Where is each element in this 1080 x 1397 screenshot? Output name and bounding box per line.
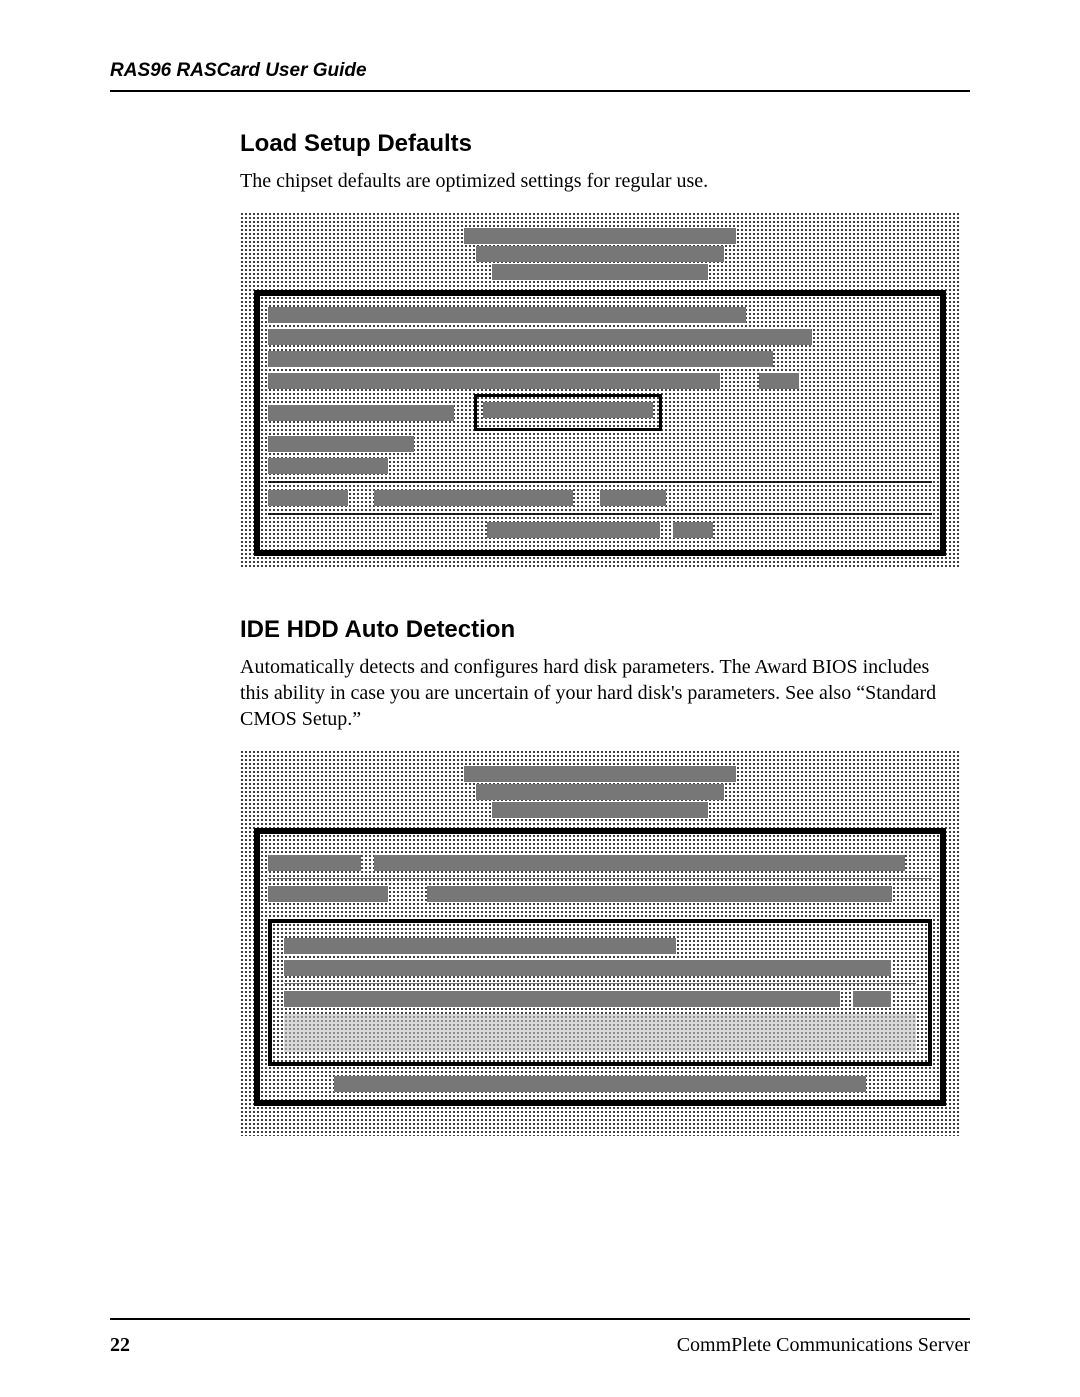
page-number: 22 [110, 1334, 130, 1357]
footer-product: CommPlete Communications Server [677, 1334, 970, 1357]
running-header: RAS96 RASCard User Guide [110, 60, 970, 92]
page-footer: 22 CommPlete Communications Server [110, 1318, 970, 1357]
section-title-load-defaults: Load Setup Defaults [240, 130, 960, 158]
section-title-ide-hdd: IDE HDD Auto Detection [240, 616, 960, 644]
bios-screenshot-load-defaults [240, 212, 960, 568]
section-body-ide-hdd: Automatically detects and configures har… [240, 654, 960, 732]
bios-screenshot-ide-hdd [240, 750, 960, 1136]
section-body-load-defaults: The chipset defaults are optimized setti… [240, 168, 960, 194]
